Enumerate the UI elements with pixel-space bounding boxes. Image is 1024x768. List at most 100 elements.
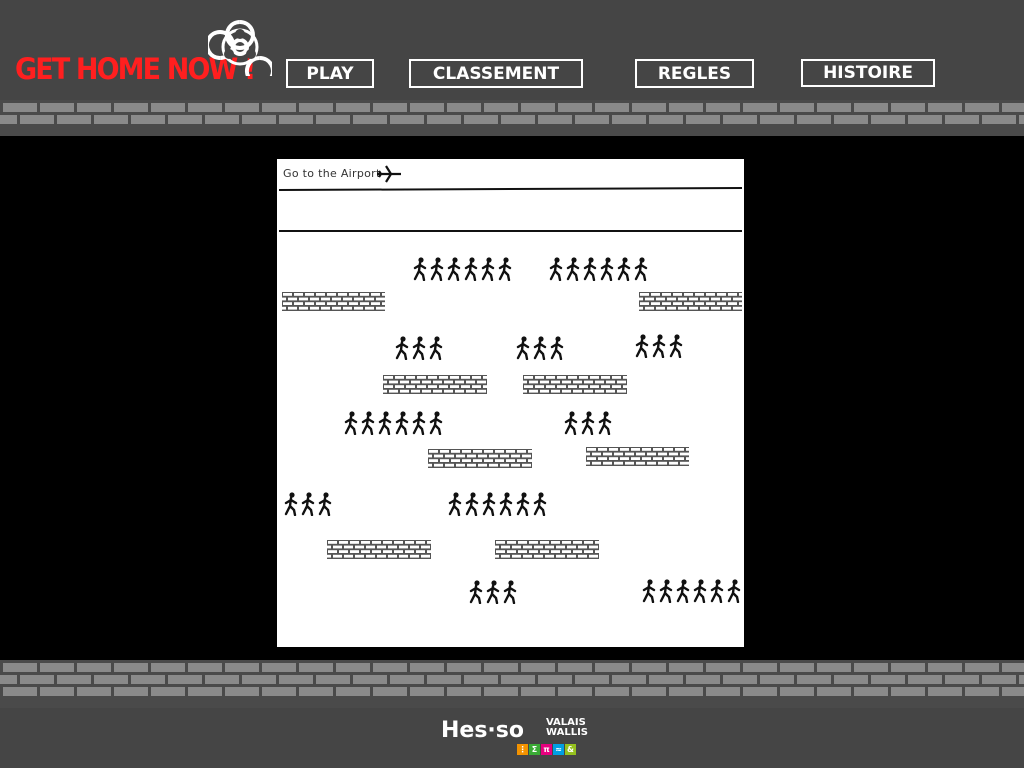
brick bbox=[760, 675, 794, 684]
nav-regles-button[interactable]: REGLES bbox=[635, 59, 754, 88]
brick bbox=[743, 663, 777, 672]
running-person-icon bbox=[300, 492, 317, 517]
brick bbox=[723, 115, 757, 124]
brick bbox=[373, 103, 407, 112]
runner-group[interactable] bbox=[412, 257, 514, 282]
brick bbox=[649, 115, 683, 124]
brick bbox=[1019, 675, 1024, 684]
brick bbox=[299, 663, 333, 672]
running-person-icon bbox=[582, 257, 599, 282]
running-person-icon bbox=[498, 492, 515, 517]
brick bbox=[669, 687, 703, 696]
runner-group[interactable] bbox=[447, 492, 549, 517]
brick bbox=[521, 103, 555, 112]
brick bbox=[538, 115, 572, 124]
brick bbox=[928, 687, 962, 696]
game-board[interactable]: Go to the Airport bbox=[277, 159, 744, 647]
running-person-icon bbox=[565, 257, 582, 282]
brick bbox=[188, 663, 222, 672]
runner-group[interactable] bbox=[563, 411, 614, 436]
brick bbox=[743, 687, 777, 696]
biohazard-icon bbox=[208, 20, 272, 76]
brick bbox=[20, 115, 54, 124]
running-person-icon bbox=[726, 579, 743, 604]
runner-group[interactable] bbox=[343, 411, 445, 436]
brick bbox=[521, 687, 555, 696]
brick bbox=[3, 687, 37, 696]
running-person-icon bbox=[599, 257, 616, 282]
brick bbox=[464, 115, 498, 124]
brick bbox=[151, 663, 185, 672]
running-person-icon bbox=[428, 336, 445, 361]
brick bbox=[131, 115, 165, 124]
runner-group[interactable] bbox=[634, 334, 685, 359]
running-person-icon bbox=[485, 580, 502, 605]
nav-histoire-button[interactable]: HISTOIRE bbox=[801, 59, 935, 87]
brick bbox=[336, 687, 370, 696]
brick bbox=[373, 687, 407, 696]
brick bbox=[353, 675, 387, 684]
nav-play-button[interactable]: PLAY bbox=[286, 59, 374, 88]
brick bbox=[77, 687, 111, 696]
runner-group[interactable] bbox=[283, 492, 334, 517]
brick bbox=[1019, 115, 1024, 124]
brick bbox=[780, 103, 814, 112]
brick bbox=[151, 687, 185, 696]
running-person-icon bbox=[429, 257, 446, 282]
brick bbox=[908, 675, 942, 684]
brick bbox=[982, 115, 1016, 124]
brick-border-bottom bbox=[0, 660, 1024, 708]
brick bbox=[558, 663, 592, 672]
running-person-icon bbox=[428, 411, 445, 436]
brick bbox=[299, 103, 333, 112]
brick-wall-icon bbox=[383, 375, 487, 394]
hes-so-logo[interactable]: Hes·so VALAIS WALLIS ⋮ Σπ ≈ & bbox=[441, 718, 591, 766]
running-person-icon bbox=[497, 257, 514, 282]
runner-group[interactable] bbox=[468, 580, 519, 605]
brick bbox=[353, 115, 387, 124]
brick bbox=[390, 675, 424, 684]
brick bbox=[797, 675, 831, 684]
running-person-icon bbox=[411, 336, 428, 361]
brick bbox=[242, 675, 276, 684]
brick bbox=[945, 115, 979, 124]
brick bbox=[632, 687, 666, 696]
running-person-icon bbox=[464, 492, 481, 517]
brick bbox=[817, 103, 851, 112]
brick bbox=[965, 663, 999, 672]
brick bbox=[0, 675, 17, 684]
brick bbox=[262, 687, 296, 696]
brick bbox=[945, 675, 979, 684]
brick bbox=[131, 675, 165, 684]
running-person-icon bbox=[481, 492, 498, 517]
brick bbox=[706, 103, 740, 112]
running-person-icon bbox=[532, 492, 549, 517]
brick bbox=[168, 115, 202, 124]
runner-group[interactable] bbox=[548, 257, 650, 282]
header-bar: GET HOME NOW ! PLAY CLASSEMENT REGLES HI… bbox=[0, 0, 1024, 100]
brick bbox=[723, 675, 757, 684]
brick-wall-icon bbox=[428, 449, 532, 468]
running-person-icon bbox=[515, 336, 532, 361]
nav-classement-button[interactable]: CLASSEMENT bbox=[409, 59, 583, 88]
brick bbox=[575, 675, 609, 684]
brick bbox=[114, 103, 148, 112]
brick bbox=[262, 663, 296, 672]
runner-group[interactable] bbox=[394, 336, 445, 361]
brick bbox=[279, 675, 313, 684]
runner-group[interactable] bbox=[641, 579, 743, 604]
runner-group[interactable] bbox=[515, 336, 566, 361]
brick bbox=[706, 687, 740, 696]
running-person-icon bbox=[480, 257, 497, 282]
brick bbox=[521, 663, 555, 672]
brick bbox=[871, 675, 905, 684]
brick bbox=[743, 103, 777, 112]
brick-wall-icon bbox=[523, 375, 627, 394]
brick bbox=[558, 687, 592, 696]
brick bbox=[891, 103, 925, 112]
brick bbox=[854, 663, 888, 672]
brick bbox=[464, 675, 498, 684]
brick bbox=[3, 103, 37, 112]
running-person-icon bbox=[633, 257, 650, 282]
brick bbox=[94, 115, 128, 124]
